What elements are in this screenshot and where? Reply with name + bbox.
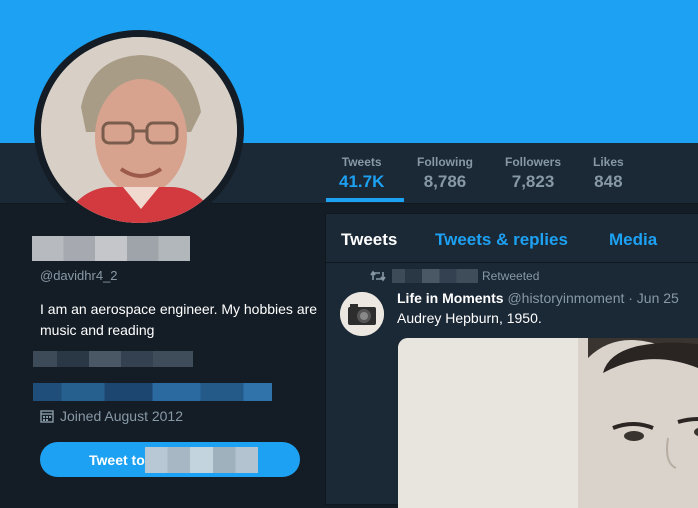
tweet-author-name[interactable]: Life in Moments [397, 290, 504, 306]
stat-following-label: Following [417, 155, 473, 169]
tweet-text: Audrey Hepburn, 1950. [397, 310, 542, 326]
stat-likes-label: Likes [593, 155, 624, 169]
tab-tweets-replies[interactable]: Tweets & replies [435, 230, 568, 250]
retweeted-label: Retweeted [482, 269, 540, 283]
redacted-tweet-to-name [145, 447, 258, 473]
stat-followers[interactable]: Followers 7,823 [505, 155, 561, 192]
tweet-to-label: Tweet to [89, 451, 145, 468]
tweet-author-avatar[interactable] [340, 292, 384, 336]
profile-handle: @davidhr4_2 [40, 268, 118, 283]
redacted-display-name [32, 236, 190, 261]
redacted-retweeter [392, 269, 478, 283]
tweet-author-handle-date[interactable]: @historyinmoment · Jun 25 [507, 290, 678, 306]
tweet-media-image[interactable] [398, 338, 698, 508]
stat-tweets[interactable]: Tweets 41.7K [339, 155, 384, 192]
stat-tweets-value: 41.7K [339, 172, 385, 191]
stat-followers-value: 7,823 [511, 172, 555, 191]
stat-following-value: 8,786 [423, 172, 467, 191]
profile-bio: I am an aerospace engineer. My hobbies a… [40, 301, 318, 338]
joined-date-text: Joined August 2012 [60, 408, 183, 424]
redacted-location [33, 351, 193, 367]
tweet-header: Life in Moments @historyinmoment · Jun 2… [397, 290, 679, 306]
stat-following[interactable]: Following 8,786 [417, 155, 473, 192]
tab-tweets[interactable]: Tweets [341, 230, 397, 250]
calendar-icon [40, 409, 54, 423]
active-stat-indicator [326, 198, 404, 202]
stat-likes[interactable]: Likes 848 [593, 155, 624, 192]
joined-date: Joined August 2012 [40, 408, 183, 424]
retweet-icon [370, 270, 386, 282]
avatar-photo [41, 37, 237, 223]
tab-media[interactable]: Media [609, 230, 657, 250]
stat-likes-value: 848 [594, 172, 623, 191]
stat-tweets-label: Tweets [341, 155, 382, 169]
retweet-context: Retweeted [370, 269, 539, 283]
timeline-panel: Tweets Tweets & replies Media Retweeted … [325, 213, 698, 508]
timeline-tabs: Tweets Tweets & replies Media [326, 214, 698, 263]
stat-followers-label: Followers [505, 155, 562, 169]
redacted-website-link[interactable] [33, 383, 272, 401]
profile-avatar[interactable] [34, 30, 244, 230]
